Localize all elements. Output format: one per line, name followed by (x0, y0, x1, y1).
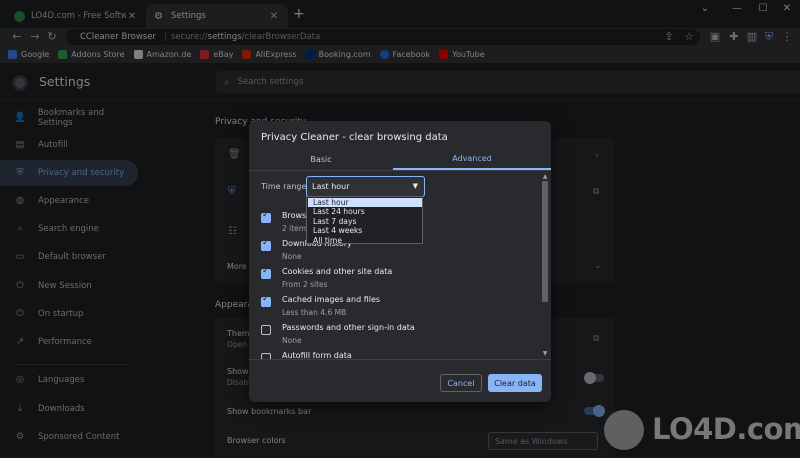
tab-advanced[interactable]: Advanced (393, 149, 551, 170)
cancel-button[interactable]: Cancel (440, 374, 482, 392)
clear-data-button[interactable]: Clear data (488, 374, 542, 392)
time-range-option[interactable]: Last 4 weeks (308, 226, 422, 235)
lo4d-watermark: LO4D.com (604, 408, 800, 452)
checkbox[interactable] (261, 325, 271, 335)
time-range-option[interactable]: Last hour (308, 198, 422, 208)
checkbox[interactable] (261, 294, 271, 307)
time-range-option[interactable]: All time (308, 236, 422, 245)
checkbox[interactable] (261, 210, 271, 223)
option-label: Autofill form data (282, 351, 352, 359)
scroll-down-icon[interactable]: ▼ (541, 350, 549, 357)
data-option-row[interactable]: Cookies and other site data From 2 sites (249, 265, 539, 293)
watermark-text: LO4D.com (652, 412, 800, 446)
time-range-label: Time range (261, 182, 307, 191)
data-option-row[interactable]: Autofill form data (249, 349, 539, 359)
data-option-row[interactable]: Passwords and other sign-in data None (249, 321, 539, 349)
data-option-row[interactable]: Cached images and files Less than 4.6 MB (249, 293, 539, 321)
option-detail: None (282, 252, 302, 261)
clear-browsing-data-dialog: Privacy Cleaner - clear browsing data Ba… (249, 121, 551, 402)
time-range-option[interactable]: Last 7 days (308, 217, 422, 226)
tab-divider (249, 170, 551, 171)
lo4d-globe-icon (604, 410, 644, 450)
tab-basic[interactable]: Basic (249, 149, 393, 170)
option-label: Passwords and other sign-in data (282, 323, 415, 332)
option-detail: From 2 sites (282, 280, 328, 289)
caret-down-icon: ▼ (412, 182, 418, 190)
checkbox[interactable] (261, 238, 271, 251)
checkbox[interactable] (261, 266, 271, 279)
time-range-select[interactable]: Last hour ▼ (306, 176, 425, 197)
time-range-value: Last hour (312, 182, 350, 191)
dialog-title: Privacy Cleaner - clear browsing data (261, 132, 448, 143)
option-detail: Less than 4.6 MB (282, 308, 347, 317)
dialog-footer-divider (249, 359, 551, 360)
scroll-up-icon[interactable]: ▲ (541, 173, 549, 180)
option-detail: None (282, 336, 302, 345)
scrollbar-thumb[interactable] (542, 181, 548, 302)
option-label: Cookies and other site data (282, 267, 393, 276)
time-range-dropdown: Last hour Last 24 hours Last 7 days Last 4 … (306, 196, 423, 245)
time-range-option[interactable]: Last 24 hours (308, 207, 422, 216)
option-label: Cached images and files (282, 295, 381, 304)
